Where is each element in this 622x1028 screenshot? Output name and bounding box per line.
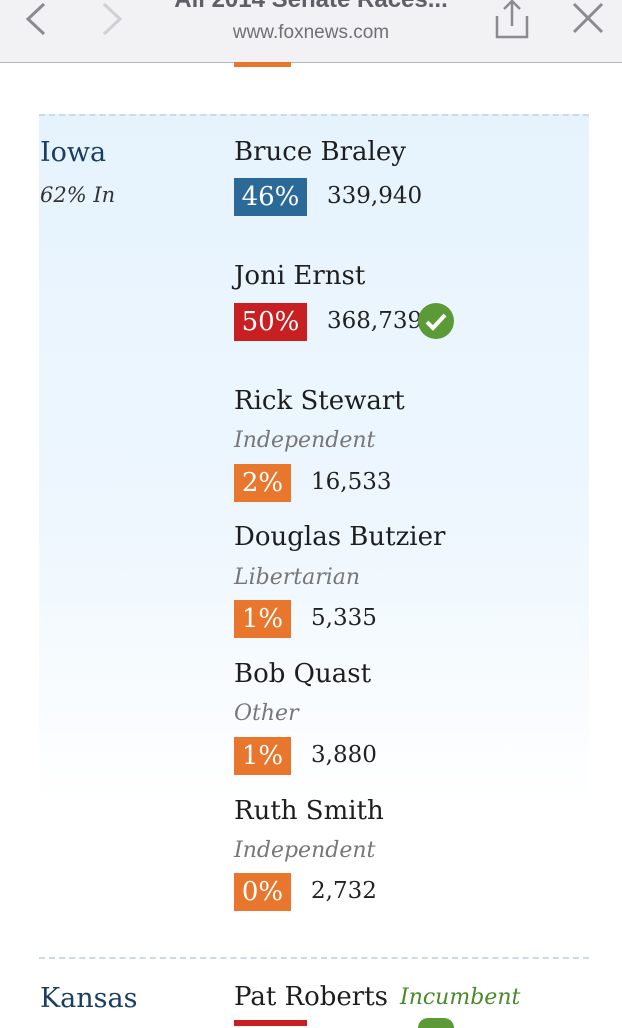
- candidate-name: Bruce Braley: [234, 137, 406, 167]
- vote-percent-badge: [234, 1020, 307, 1026]
- candidate-name: Ruth Smith: [234, 796, 384, 826]
- candidate-name: Douglas Butzier: [234, 522, 446, 552]
- vote-percent-badge: 1%: [234, 737, 291, 775]
- vote-percent-badge: 50%: [234, 303, 307, 341]
- state-name[interactable]: Kansas: [40, 983, 137, 1014]
- close-icon[interactable]: [566, 0, 610, 40]
- party-label: Other: [234, 701, 299, 726]
- vote-count: 2,732: [311, 878, 377, 904]
- share-icon[interactable]: [490, 0, 534, 40]
- candidate-name: Pat Roberts: [234, 982, 389, 1012]
- party-label: Independent: [234, 838, 376, 863]
- divider: [39, 957, 589, 959]
- reporting-status: 62% In: [40, 183, 116, 207]
- back-arrow-icon[interactable]: [16, 0, 60, 40]
- vote-percent-badge: 46%: [234, 178, 307, 216]
- previous-race-bar: [234, 62, 291, 67]
- party-label: Independent: [234, 428, 376, 453]
- party-label: Libertarian: [234, 565, 361, 590]
- browser-toolbar: All 2014 Senate Races... www.foxnews.com: [0, 0, 622, 63]
- address-bar-url[interactable]: www.foxnews.com: [110, 22, 512, 44]
- vote-count: 5,335: [311, 605, 377, 631]
- vote-count: 16,533: [311, 469, 392, 495]
- vote-count: 3,880: [311, 742, 377, 768]
- candidate-name: Rick Stewart: [234, 386, 405, 416]
- page-title: All 2014 Senate Races...: [110, 0, 512, 14]
- vote-percent-badge: 1%: [234, 600, 291, 638]
- candidate-name: Joni Ernst: [234, 261, 366, 291]
- iowa-race-panel: [39, 114, 589, 804]
- candidate-name: Bob Quast: [234, 659, 372, 689]
- vote-percent-badge: 0%: [234, 873, 291, 911]
- checkmark-icon: [418, 1018, 454, 1028]
- vote-count: 368,739: [327, 308, 423, 334]
- divider: [39, 114, 589, 116]
- vote-count: 339,940: [327, 183, 423, 209]
- incumbent-label: Incumbent: [400, 985, 521, 1010]
- state-name[interactable]: Iowa: [40, 137, 106, 168]
- checkmark-icon: [418, 303, 454, 339]
- vote-percent-badge: 2%: [234, 464, 291, 502]
